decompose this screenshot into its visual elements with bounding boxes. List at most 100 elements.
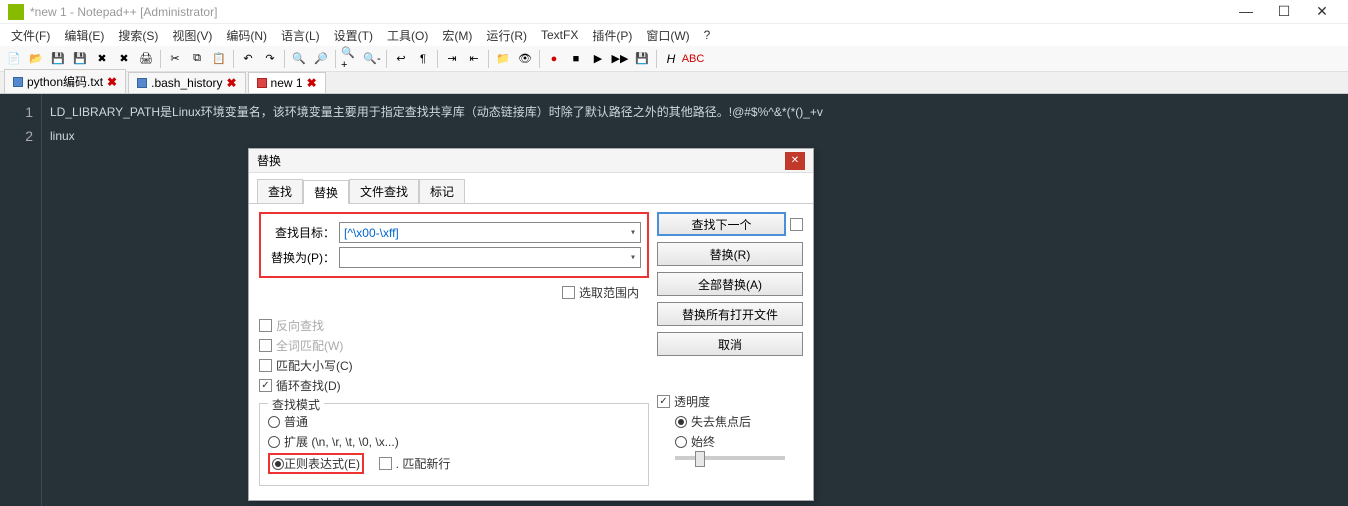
print-icon[interactable]: 🖨 (136, 49, 156, 69)
tab-close-icon[interactable]: ✖ (107, 75, 117, 89)
menu-settings[interactable]: 设置(T) (327, 25, 380, 46)
maximize-button[interactable]: ☐ (1274, 3, 1294, 20)
tab-label: .bash_history (151, 76, 222, 90)
menu-file[interactable]: 文件(F) (4, 25, 57, 46)
tab-mark[interactable]: 标记 (419, 179, 465, 203)
tab-find[interactable]: 查找 (257, 179, 303, 203)
tab-new1[interactable]: new 1✖ (248, 72, 326, 93)
line-gutter: 1 2 (0, 94, 42, 506)
bold-icon[interactable]: H (661, 49, 681, 69)
transparency-checkbox[interactable] (657, 395, 670, 408)
tab-python[interactable]: python编码.txt✖ (4, 69, 126, 93)
monitor-icon[interactable]: 👁 (515, 49, 535, 69)
trans-always-radio[interactable] (675, 436, 687, 448)
window-title: *new 1 - Notepad++ [Administrator] (30, 5, 1236, 19)
play-icon[interactable]: ▶ (588, 49, 608, 69)
find-value: [^\x00-\xff] (344, 226, 399, 240)
paste-icon[interactable]: 📋 (209, 49, 229, 69)
undo-icon[interactable]: ↶ (238, 49, 258, 69)
in-selection-checkbox[interactable] (562, 286, 575, 299)
replace-in-files-button[interactable]: 替换所有打开文件 (657, 302, 803, 326)
redo-icon[interactable]: ↷ (260, 49, 280, 69)
close-file-icon[interactable]: ✖ (92, 49, 112, 69)
tab-replace[interactable]: 替换 (303, 180, 349, 204)
indent-icon[interactable]: ⇥ (442, 49, 462, 69)
matchcase-checkbox[interactable] (259, 359, 272, 372)
record-icon[interactable]: ● (544, 49, 564, 69)
menu-window[interactable]: 窗口(W) (639, 25, 696, 46)
line-number: 2 (0, 124, 33, 148)
wholeword-checkbox[interactable] (259, 339, 272, 352)
find-input[interactable]: [^\x00-\xff] (339, 222, 641, 243)
dialog-tabs: 查找 替换 文件查找 标记 (249, 173, 813, 203)
show-all-icon[interactable]: ¶ (413, 49, 433, 69)
replace-all-button[interactable]: 全部替换(A) (657, 272, 803, 296)
replace-button[interactable]: 替换(R) (657, 242, 803, 266)
dialog-titlebar: 替换 ✕ (249, 149, 813, 173)
minimize-button[interactable]: — (1236, 3, 1256, 20)
wrap-icon[interactable]: ↩ (391, 49, 411, 69)
disk-icon (137, 78, 147, 88)
menu-search[interactable]: 搜索(S) (111, 25, 165, 46)
dialog-title: 替换 (257, 152, 785, 169)
menu-encoding[interactable]: 编码(N) (219, 25, 274, 46)
dot-newline-label: . 匹配新行 (396, 455, 451, 472)
matchcase-label: 匹配大小写(C) (276, 357, 353, 374)
cut-icon[interactable]: ✂ (165, 49, 185, 69)
tab-bash-history[interactable]: .bash_history ✖ (128, 72, 245, 93)
find-icon[interactable]: 🔍 (289, 49, 309, 69)
tab-findinfiles[interactable]: 文件查找 (349, 179, 419, 203)
trans-always-label: 始终 (691, 433, 715, 450)
zoom-in-icon[interactable]: 🔍+ (340, 49, 360, 69)
menu-help[interactable]: ? (697, 26, 718, 44)
mode-extended-radio[interactable] (268, 436, 280, 448)
close-button[interactable]: ✕ (1312, 3, 1332, 20)
find-next-checkbox[interactable] (790, 218, 803, 231)
new-file-icon[interactable]: 📄 (4, 49, 24, 69)
menu-view[interactable]: 视图(V) (165, 25, 219, 46)
folder-icon[interactable]: 📁 (493, 49, 513, 69)
menu-textfx[interactable]: TextFX (534, 26, 585, 44)
transparency-slider[interactable] (675, 456, 785, 460)
mode-regex-radio[interactable] (272, 458, 284, 470)
menu-language[interactable]: 语言(L) (274, 25, 327, 46)
cancel-button[interactable]: 取消 (657, 332, 803, 356)
disk-icon (13, 77, 23, 87)
disk-icon (257, 78, 267, 88)
backward-checkbox[interactable] (259, 319, 272, 332)
menu-run[interactable]: 运行(R) (479, 25, 534, 46)
tab-close-icon[interactable]: ✖ (307, 76, 317, 90)
mode-normal-label: 普通 (284, 413, 308, 430)
save-macro-icon[interactable]: 💾 (632, 49, 652, 69)
save-icon[interactable]: 💾 (48, 49, 68, 69)
document-tabs: python编码.txt✖ .bash_history ✖ new 1✖ (0, 72, 1348, 94)
dialog-close-button[interactable]: ✕ (785, 152, 805, 170)
mode-normal-radio[interactable] (268, 416, 280, 428)
replace-input[interactable] (339, 247, 641, 268)
save-all-icon[interactable]: 💾 (70, 49, 90, 69)
spellcheck-icon[interactable]: ABC (683, 49, 703, 69)
dot-newline-checkbox[interactable] (379, 457, 392, 470)
find-next-button[interactable]: 查找下一个 (657, 212, 786, 236)
search-mode-legend: 查找模式 (268, 396, 324, 413)
fastfwd-icon[interactable]: ▶▶ (610, 49, 630, 69)
close-all-icon[interactable]: ✖ (114, 49, 134, 69)
in-selection-label: 选取范围内 (579, 284, 639, 301)
trans-onlose-radio[interactable] (675, 416, 687, 428)
menu-edit[interactable]: 编辑(E) (57, 25, 111, 46)
outdent-icon[interactable]: ⇤ (464, 49, 484, 69)
replace-icon[interactable]: 🔎 (311, 49, 331, 69)
titlebar: *new 1 - Notepad++ [Administrator] — ☐ ✕ (0, 0, 1348, 24)
transparency-label: 透明度 (674, 393, 710, 410)
zoom-out-icon[interactable]: 🔍- (362, 49, 382, 69)
menu-tools[interactable]: 工具(O) (380, 25, 435, 46)
backward-label: 反向查找 (276, 317, 324, 334)
highlight-fields: 查找目标： [^\x00-\xff] 替换为(P)： (259, 212, 649, 278)
tab-close-icon[interactable]: ✖ (226, 76, 236, 90)
open-file-icon[interactable]: 📂 (26, 49, 46, 69)
menu-macro[interactable]: 宏(M) (435, 25, 479, 46)
wrap-checkbox[interactable] (259, 379, 272, 392)
menu-plugins[interactable]: 插件(P) (585, 25, 639, 46)
copy-icon[interactable]: ⧉ (187, 49, 207, 69)
stop-icon[interactable]: ■ (566, 49, 586, 69)
